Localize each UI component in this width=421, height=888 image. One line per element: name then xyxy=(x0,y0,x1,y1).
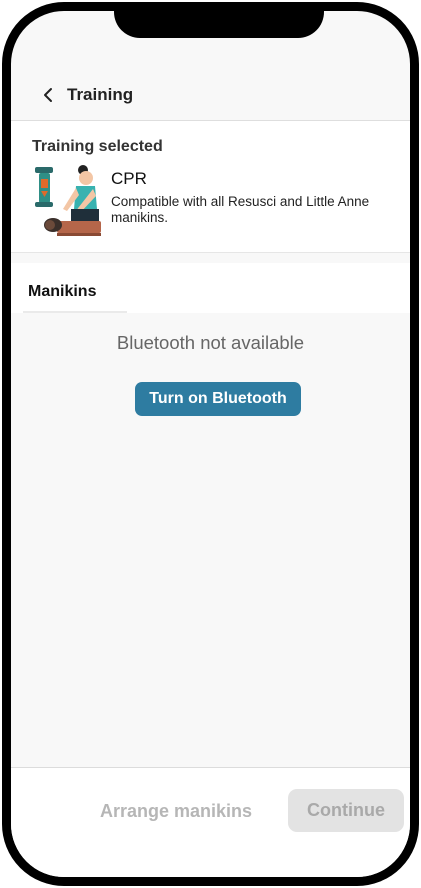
phone-notch xyxy=(114,11,324,38)
turn-on-bluetooth-button[interactable]: Turn on Bluetooth xyxy=(135,382,301,416)
training-name: CPR xyxy=(111,169,147,188)
phone-frame: Training Training selected CPR Compatibl… xyxy=(2,2,419,886)
back-button[interactable] xyxy=(30,77,66,113)
training-card: Training selected CPR Compatible with al… xyxy=(11,121,410,253)
chevron-left-icon xyxy=(44,87,52,102)
tab-underline xyxy=(23,311,127,313)
continue-button[interactable]: Continue xyxy=(288,789,404,832)
tab-manikins[interactable]: Manikins xyxy=(28,283,96,301)
cpr-illustration xyxy=(35,165,101,236)
bluetooth-status-text: Bluetooth not available xyxy=(116,332,305,353)
arrange-manikins-button[interactable]: Arrange manikins xyxy=(100,801,252,822)
footer: Arrange manikins Continue xyxy=(11,768,410,877)
training-selected-label: Training selected xyxy=(32,138,163,155)
manikins-section-header: Manikins xyxy=(11,263,410,313)
page-title: Training xyxy=(67,84,134,104)
top-bar: Training xyxy=(11,69,410,120)
training-description: Compatible with all Resusci and Little A… xyxy=(111,194,370,225)
